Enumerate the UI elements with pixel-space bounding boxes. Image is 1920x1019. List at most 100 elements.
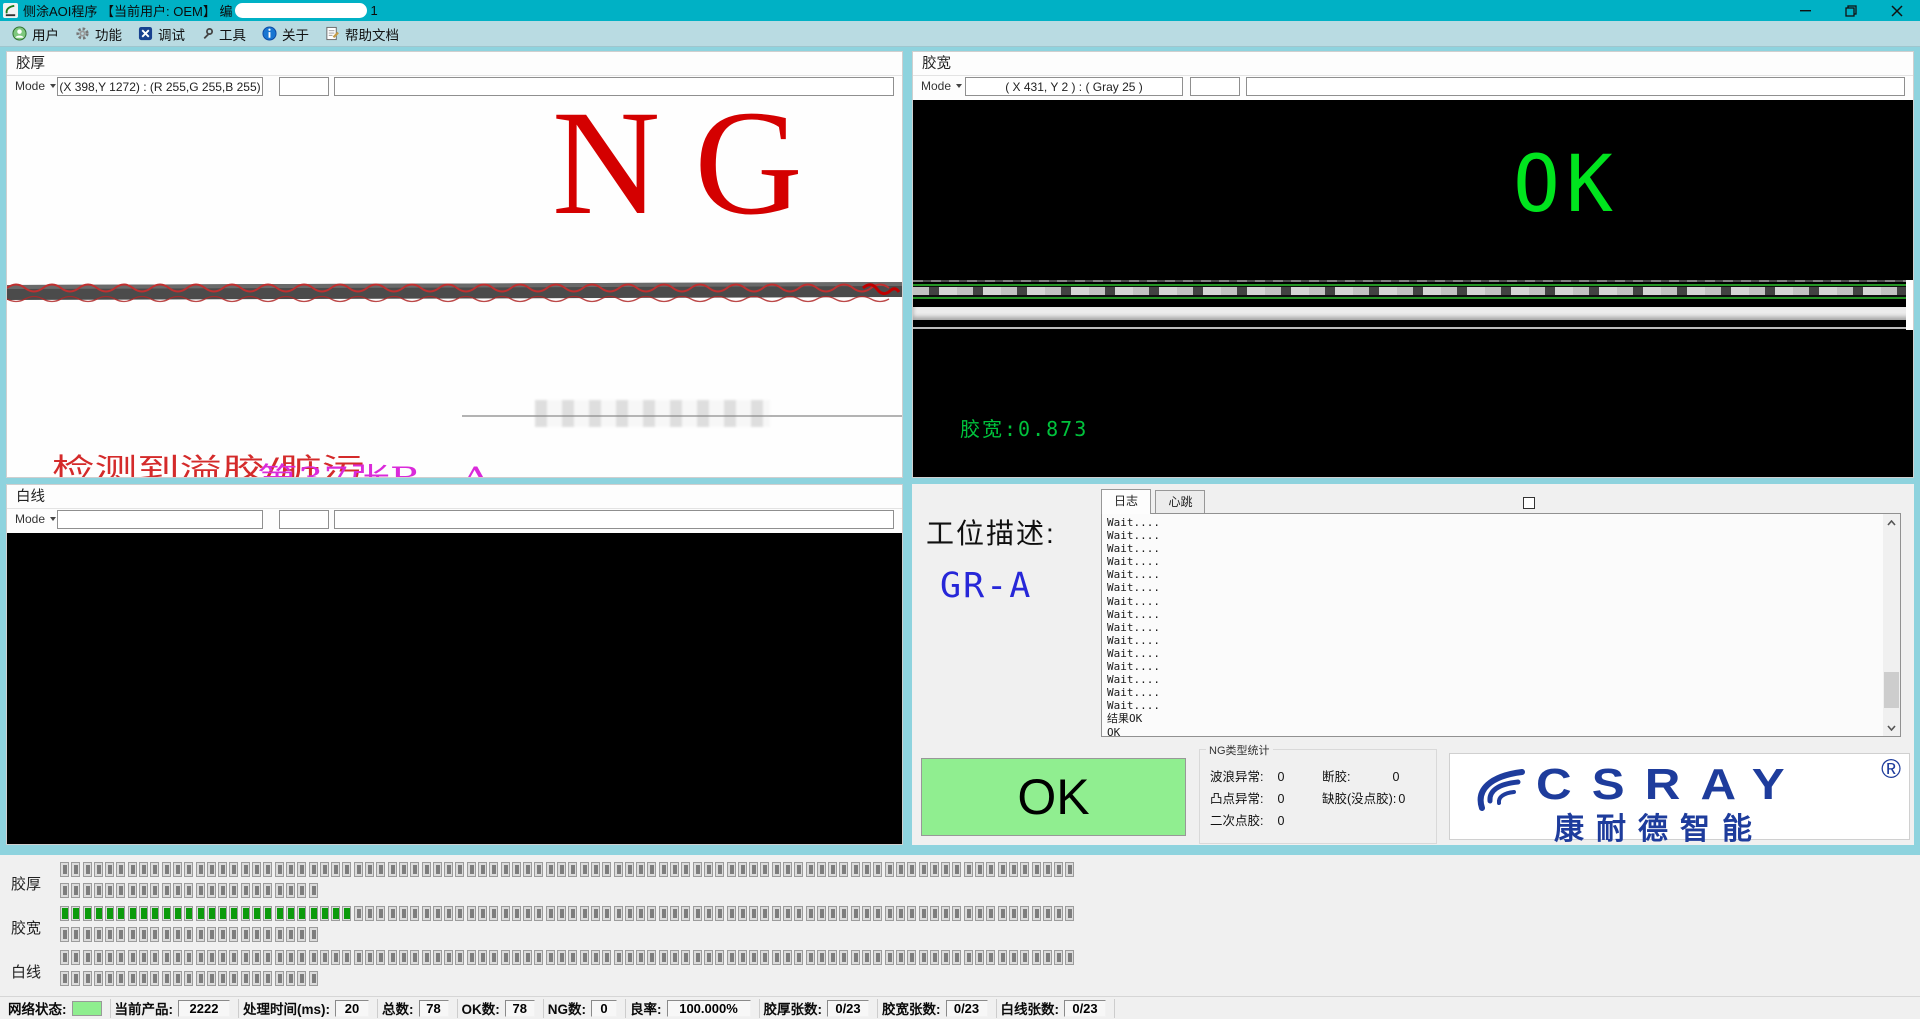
indicator-cell-ok [116, 906, 125, 921]
menu-item-help[interactable]: 帮助文档 [319, 21, 409, 46]
indicator-cell [218, 927, 227, 942]
restore-button[interactable] [1828, 0, 1874, 21]
indicator-cell [128, 862, 137, 877]
menu-item-user[interactable]: 用户 [6, 21, 69, 46]
indicator-cell [218, 862, 227, 877]
minimize-button[interactable] [1782, 0, 1828, 21]
brand-subtitle: 康耐德智能 [1554, 804, 1764, 848]
tab-heartbeat[interactable]: 心跳 [1155, 490, 1205, 514]
scrollbar-thumb[interactable] [1884, 672, 1899, 708]
log-output[interactable]: Wait....Wait....Wait....Wait....Wait....… [1101, 513, 1901, 737]
menu-item-function[interactable]: 功能 [69, 21, 132, 46]
indicator-cell [591, 906, 600, 921]
indicator-cell [783, 906, 792, 921]
indicator-cell [862, 950, 871, 965]
indicator-row [60, 971, 318, 986]
mode-dropdown[interactable]: Mode [15, 512, 56, 526]
menu-item-debug[interactable]: 调试 [132, 21, 195, 46]
indicator-cell [286, 927, 295, 942]
indicator-cell [862, 862, 871, 877]
log-line: Wait.... [1107, 673, 1900, 686]
stat-second-dispense: 二次点胶:0 [1210, 810, 1284, 829]
image-viewport-glue-width[interactable]: OK 胶宽:0.873 [913, 100, 1913, 477]
indicator-cell [1054, 906, 1063, 921]
image-viewport-white-line[interactable] [7, 533, 902, 844]
result-text-ng: NG [552, 100, 837, 238]
image-viewport-glue-thickness[interactable]: NG 检测到溢胶/脏污 溢胶最小面积:2538 溢胶最大面积:2538 第37张… [7, 100, 902, 477]
menu-item-about[interactable]: 关于 [256, 21, 319, 46]
indicator-cell [896, 906, 905, 921]
indicator-cell [986, 906, 995, 921]
indicator-cell [196, 971, 205, 986]
close-icon [1891, 5, 1903, 17]
scroll-down-button[interactable] [1883, 719, 1900, 736]
indicator-group-white-line: 白线 [0, 950, 1920, 992]
indicator-cell [817, 862, 826, 877]
status-process-time: 处理时间(ms): 20 [239, 999, 378, 1018]
indicator-cell [1009, 906, 1018, 921]
indicator-cell [263, 971, 272, 986]
indicator-cell [252, 950, 261, 965]
log-checkbox[interactable] [1523, 497, 1535, 509]
indicator-cell [907, 950, 916, 965]
panel-title-glue-thickness: 胶厚 [7, 52, 902, 76]
indicator-cell [715, 950, 724, 965]
indicator-cell [636, 950, 645, 965]
indicator-cell [241, 950, 250, 965]
close-button[interactable] [1874, 0, 1920, 21]
indicator-cell [512, 950, 521, 965]
menu-item-tools[interactable]: 工具 [195, 21, 256, 46]
indicator-cell [546, 950, 555, 965]
indicator-cell [207, 883, 216, 898]
indicator-cell [749, 906, 758, 921]
indicator-cell [693, 950, 702, 965]
overall-result-button[interactable]: OK [921, 758, 1186, 836]
log-line: Wait.... [1107, 595, 1900, 608]
indicator-cell-ok [286, 906, 295, 921]
indicator-cell [229, 950, 238, 965]
scroll-up-button[interactable] [1883, 514, 1900, 531]
indicator-cell [975, 862, 984, 877]
indicator-cell [930, 950, 939, 965]
indicator-cell [828, 950, 837, 965]
indicator-cell [580, 862, 589, 877]
panel-title-white-line: 白线 [7, 485, 902, 509]
indicator-cell-ok [320, 906, 329, 921]
indicator-cell [817, 950, 826, 965]
indicator-cell [94, 950, 103, 965]
panel-white-line: 白线 Mode [6, 484, 903, 845]
indicator-cell [783, 950, 792, 965]
indicator-row [60, 862, 1074, 877]
indicator-cell [376, 950, 385, 965]
indicator-cell [173, 927, 182, 942]
log-line: OK [1107, 726, 1900, 738]
indicator-cell [806, 906, 815, 921]
indicator-cell [139, 950, 148, 965]
indicator-cell [83, 927, 92, 942]
log-scrollbar[interactable] [1883, 514, 1900, 736]
stat-missing-glue: 缺胶(没点胶):0 [1322, 788, 1405, 807]
frame-overlay-text: 第37张R—A [257, 456, 490, 477]
mode-dropdown[interactable]: Mode [921, 79, 962, 93]
indicator-cell [964, 906, 973, 921]
indicator-cell [568, 906, 577, 921]
redaction-blob [235, 3, 367, 18]
indicator-cell [534, 950, 543, 965]
indicator-cell [94, 883, 103, 898]
stat-wave-anomaly: 波浪异常:0 [1210, 766, 1284, 785]
indicator-cell [60, 950, 69, 965]
indicator-cell [512, 862, 521, 877]
indicator-cell [1020, 906, 1029, 921]
indicator-cell [467, 862, 476, 877]
indicator-cell [241, 971, 250, 986]
menubar: 用户 功能 调试 工具 关于 帮助文档 [0, 21, 1920, 47]
indicator-row [60, 906, 1074, 921]
indicator-cell [478, 950, 487, 965]
mode-dropdown[interactable]: Mode [15, 79, 56, 93]
indicator-cell [331, 862, 340, 877]
indicator-cell [1020, 950, 1029, 965]
stat-broken-glue: 断胶:0 [1322, 766, 1399, 785]
tab-log[interactable]: 日志 [1101, 489, 1151, 514]
indicator-cell [196, 883, 205, 898]
indicator-cell [1032, 862, 1041, 877]
